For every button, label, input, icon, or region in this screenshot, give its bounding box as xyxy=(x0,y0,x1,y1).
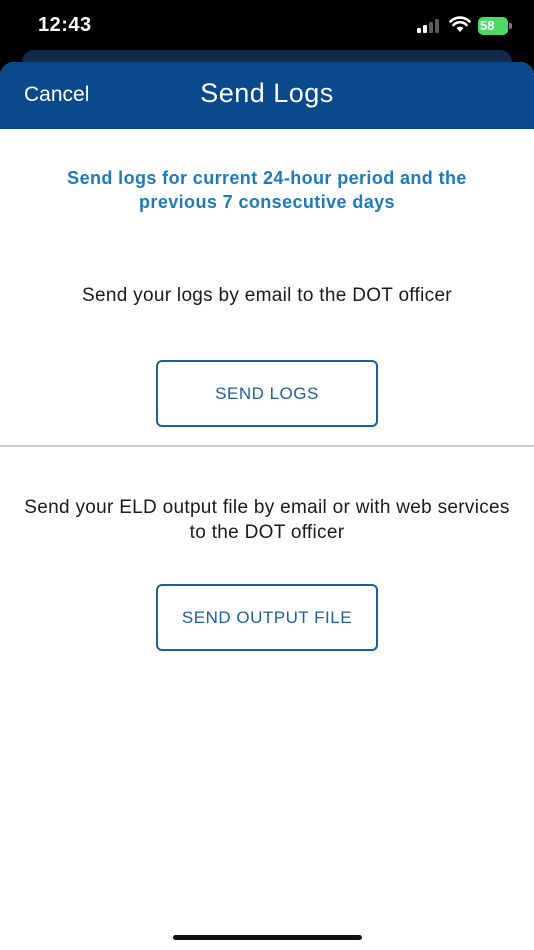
send-logs-sheet: Cancel Send Logs Send logs for current 2… xyxy=(0,62,534,950)
period-info-text: Send logs for current 24-hour period and… xyxy=(67,168,467,212)
section-divider xyxy=(0,445,534,447)
battery-charging-icon: 58 xyxy=(478,17,512,35)
status-time: 12:43 xyxy=(38,14,92,36)
status-bar: 12:43 58 xyxy=(0,0,534,52)
send-logs-description: Send your logs by email to the DOT offic… xyxy=(82,285,452,306)
send-output-file-button[interactable]: SEND OUTPUT FILE xyxy=(156,584,378,651)
screen: 12:43 58 Cancel Send Logs Send logs for … xyxy=(0,0,534,950)
cellular-signal-icon xyxy=(417,19,443,33)
battery-level: 58 xyxy=(478,17,508,35)
wifi-icon xyxy=(449,15,471,33)
page-title: Send Logs xyxy=(200,78,334,108)
nav-bar: Cancel Send Logs xyxy=(0,62,534,129)
battery-cap xyxy=(509,23,512,29)
send-logs-button[interactable]: SEND LOGS xyxy=(156,360,378,427)
home-indicator[interactable] xyxy=(173,935,362,940)
send-output-description: Send your ELD output file by email or wi… xyxy=(24,497,510,543)
